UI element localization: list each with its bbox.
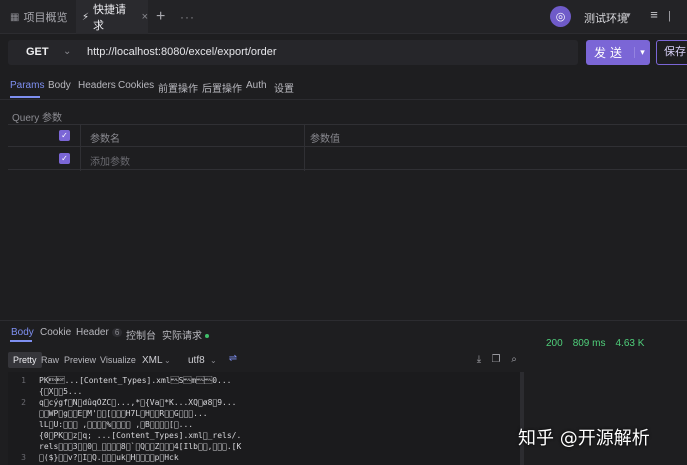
header-count-badge: 6 — [111, 328, 123, 337]
copy-icon[interactable]: ❐ — [490, 354, 502, 366]
active-tab-indicator — [10, 96, 40, 98]
tab-label: Header — [76, 327, 109, 338]
column-header-value: 参数值 — [310, 134, 340, 145]
line-text: PK...[Content_Types].xml S m  0... — [39, 376, 232, 385]
select-all-checkbox[interactable]: ✓ — [59, 130, 70, 141]
line-text: lL U:    ,    %     , B    [ ... — [39, 420, 194, 429]
tab-response-body[interactable]: Body — [11, 327, 34, 338]
code-line: 3  ($}  v? I Q.   uk H    p Hck — [8, 453, 520, 465]
chevron-down-icon[interactable]: ⌄ — [63, 46, 71, 57]
tab-settings[interactable]: 设置 — [274, 80, 294, 95]
response-status: 200 809 ms 4.63 K — [546, 338, 644, 349]
line-number: 3 — [21, 453, 26, 462]
response-type-select[interactable]: XML — [142, 355, 163, 366]
watermark: 知乎 @开源解析 — [518, 428, 650, 449]
tab-actual-request[interactable]: 实际请求 — [162, 327, 209, 342]
tab-auth[interactable]: Auth — [246, 80, 267, 91]
send-button[interactable]: 发送 ▾ — [586, 40, 650, 65]
line-number: 1 — [21, 376, 26, 385]
tab-cookies[interactable]: Cookies — [118, 80, 154, 91]
grid-icon: ▦ — [10, 11, 20, 23]
tab-params[interactable]: Params — [10, 80, 44, 91]
column-header-name: 参数名 — [90, 134, 120, 145]
line-text: q cýgf N dûqÒZC ...,* {Va *K...XQ ø8 9..… — [39, 398, 237, 407]
search-icon[interactable]: ⌕ — [508, 354, 520, 366]
method-select[interactable]: GET — [26, 46, 49, 58]
response-time: 809 ms — [572, 338, 606, 349]
line-text: rels   3  0 _    8 ` Q  Z   4[Ilb  ,   .… — [39, 442, 242, 451]
menu-icon[interactable]: ≡ — [646, 8, 662, 24]
url-input[interactable]: http://localhost:8080/excel/export/order — [87, 46, 277, 58]
send-label: 发送 — [593, 46, 626, 60]
more-icon[interactable]: | — [668, 10, 671, 22]
row-checkbox[interactable]: ✓ — [59, 153, 70, 164]
tab-console[interactable]: 控制台 — [126, 327, 156, 342]
tab-label: 快捷请求 — [93, 4, 127, 32]
new-tab-button[interactable]: + — [156, 8, 165, 26]
lightning-icon: ⚡ — [82, 11, 90, 23]
tab-project-overview[interactable]: ▦ 项目概览 — [6, 0, 76, 34]
tab-post-actions[interactable]: 后置操作 — [202, 80, 242, 95]
line-text:   WP g  E M'  [   H7L H  R  G   ... — [39, 409, 208, 418]
query-params-label: Query 参数 — [12, 113, 63, 124]
tab-body[interactable]: Body — [48, 80, 71, 91]
scrollbar[interactable] — [520, 372, 524, 465]
line-text: { X  5... — [39, 387, 83, 396]
tab-pre-actions[interactable]: 前置操作 — [158, 80, 198, 95]
tab-quick-request[interactable]: ⚡ 快捷请求 × — [76, 0, 148, 34]
line-number: 2 — [21, 398, 26, 407]
environment-label[interactable]: 测试环境 — [584, 10, 628, 26]
status-code: 200 — [546, 338, 563, 349]
tab-headers[interactable]: Headers — [78, 80, 116, 91]
status-dot — [205, 334, 209, 339]
divider — [0, 99, 687, 100]
tab-response-cookie[interactable]: Cookie — [40, 327, 71, 338]
tab-label: 项目概览 — [23, 12, 68, 24]
chevron-down-icon[interactable]: ⌄ — [164, 356, 171, 365]
environment-icon[interactable]: ◎ — [550, 6, 571, 27]
column-divider — [80, 124, 81, 171]
save-button[interactable]: 保存 — [656, 40, 687, 65]
more-tabs-icon[interactable]: ··· — [180, 10, 195, 24]
response-size: 4.63 K — [615, 338, 645, 349]
add-param-input[interactable]: 添加参数 — [90, 153, 130, 168]
close-icon[interactable]: × — [142, 11, 148, 23]
tab-response-header[interactable]: Header 6 — [76, 327, 123, 338]
format-visualize[interactable]: Visualize — [95, 352, 141, 368]
line-text:  ($}  v? I Q.   uk H    p Hck — [39, 453, 179, 462]
active-tab-indicator — [10, 340, 32, 342]
column-divider — [304, 124, 305, 171]
response-divider — [0, 320, 687, 321]
chevron-down-icon[interactable]: ▾ — [634, 47, 650, 58]
wrap-lines-icon[interactable]: ⇌ — [226, 353, 240, 367]
download-icon[interactable]: ⤓ — [473, 354, 485, 366]
chevron-down-icon[interactable]: ⌄ — [210, 356, 217, 365]
tab-label: 实际请求 — [162, 331, 202, 342]
line-text: {0 PK  z q; ...[Content_Types].xml _rels… — [39, 431, 242, 440]
encoding-select[interactable]: utf8 — [188, 355, 205, 366]
chevron-down-icon[interactable]: ▾ — [626, 10, 631, 21]
